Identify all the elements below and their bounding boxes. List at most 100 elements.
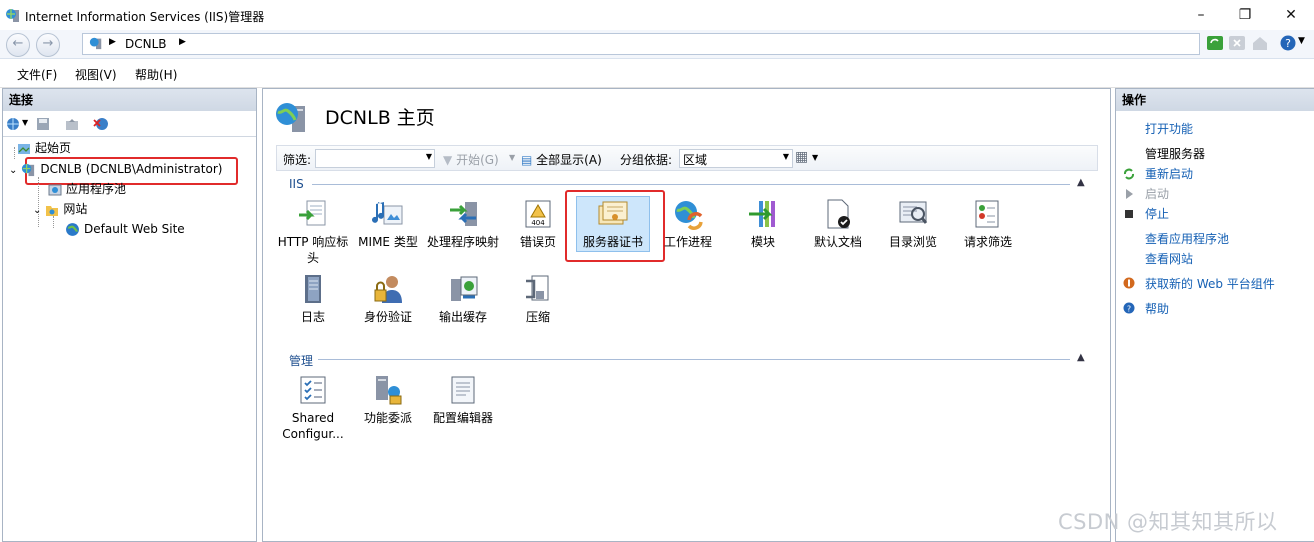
connections-toolbar: ▼ bbox=[3, 112, 256, 137]
feature-error-pages[interactable]: 404 错误页 bbox=[502, 198, 574, 250]
close-button[interactable]: ✕ bbox=[1276, 4, 1306, 26]
output-caching-icon bbox=[451, 276, 478, 301]
feature-default-document[interactable]: 默认文档 bbox=[802, 198, 874, 250]
worker-processes-icon bbox=[675, 201, 703, 230]
feature-configuration-editor[interactable]: 配置编辑器 bbox=[427, 374, 499, 426]
feature-logging[interactable]: 日志 bbox=[277, 273, 349, 325]
feature-modules[interactable]: 模块 bbox=[727, 198, 799, 250]
feature-directory-browsing[interactable]: 目录浏览 bbox=[877, 198, 949, 250]
tree-item-sites[interactable]: ⌄ 网站 bbox=[33, 200, 87, 218]
feature-handler-mappings[interactable]: 处理程序映射 bbox=[427, 198, 499, 250]
action-stop[interactable]: 停止 bbox=[1145, 205, 1169, 223]
shared-configuration-icon bbox=[300, 376, 326, 404]
home-icon[interactable] bbox=[1251, 34, 1269, 52]
feature-label: 模块 bbox=[750, 235, 775, 249]
feature-label: 处理程序映射 bbox=[427, 235, 500, 249]
iis-app-icon bbox=[6, 9, 19, 22]
show-all-button[interactable]: ▤ 全部显示(A) bbox=[521, 151, 602, 168]
action-start[interactable]: 启动 bbox=[1145, 185, 1169, 203]
feature-label: 默认文档 bbox=[813, 235, 862, 249]
mime-types-icon bbox=[372, 202, 403, 225]
forward-button[interactable]: → bbox=[36, 33, 60, 57]
configuration-editor-icon bbox=[451, 376, 475, 404]
chevron-right-icon: ▶ bbox=[109, 37, 116, 47]
feature-delegation[interactable]: 功能委派 bbox=[352, 374, 424, 426]
filter-toolbar: 筛选: ▼ ▼ 开始(G) ▼ ▤ 全部显示(A) 分组依据: 区域 ▼ ▦ ▼ bbox=[276, 145, 1098, 171]
feature-http-headers[interactable]: HTTP 响应标头 bbox=[277, 198, 349, 266]
chevron-down-icon[interactable]: ▼ bbox=[1298, 36, 1305, 46]
chevron-down-icon[interactable]: ▼ bbox=[509, 153, 515, 162]
save-icon[interactable] bbox=[36, 117, 50, 131]
funnel-icon: ▼ bbox=[443, 153, 453, 167]
navigation-bar: ← → ▶ DCNLB ▶ ? ▼ bbox=[0, 30, 1314, 59]
tree-item-start-page[interactable]: 起始页 bbox=[17, 139, 71, 157]
refresh-icon[interactable] bbox=[1206, 34, 1224, 52]
chevron-down-icon[interactable]: ▼ bbox=[426, 152, 432, 161]
feature-shared-configuration[interactable]: Shared Configur... bbox=[277, 374, 349, 442]
chevron-down-icon[interactable]: ⌄ bbox=[9, 165, 17, 176]
server-icon bbox=[22, 163, 35, 177]
show-all-label: 全部显示(A) bbox=[536, 153, 602, 167]
action-view-app-pools[interactable]: 查看应用程序池 bbox=[1145, 230, 1229, 248]
filter-input[interactable]: ▼ bbox=[315, 149, 435, 168]
tree-line bbox=[14, 147, 16, 159]
help-icon[interactable]: ? bbox=[1279, 34, 1297, 52]
action-help[interactable]: 帮助 bbox=[1145, 300, 1169, 318]
menu-help[interactable]: 帮助(H) bbox=[135, 66, 177, 83]
feature-mime-types[interactable]: MIME 类型 bbox=[352, 198, 424, 250]
stop-icon[interactable] bbox=[1228, 34, 1246, 52]
collapse-icon[interactable]: ▲ bbox=[1077, 177, 1085, 188]
show-all-icon: ▤ bbox=[521, 153, 533, 167]
tree-item-server[interactable]: ⌄ DCNLB (DCNLB\Administrator) bbox=[9, 160, 222, 178]
action-get-web-platform[interactable]: 获取新的 Web 平台组件 bbox=[1145, 275, 1275, 293]
address-bar[interactable]: ▶ DCNLB ▶ bbox=[82, 33, 1200, 55]
tree-item-label: 应用程序池 bbox=[66, 182, 127, 196]
up-folder-icon[interactable] bbox=[65, 117, 79, 131]
connect-globe-icon[interactable] bbox=[6, 117, 20, 131]
menu-view[interactable]: 视图(V) bbox=[75, 66, 117, 83]
action-group-manage-server: 管理服务器 bbox=[1145, 147, 1206, 161]
start-filter-button[interactable]: ▼ 开始(G) bbox=[443, 151, 499, 168]
chevron-down-icon[interactable]: ▼ bbox=[22, 118, 28, 127]
action-restart[interactable]: 重新启动 bbox=[1145, 165, 1193, 183]
group-by-select[interactable]: 区域 ▼ bbox=[679, 149, 793, 168]
tree-item-default-web-site[interactable]: Default Web Site bbox=[65, 220, 185, 238]
logging-icon bbox=[305, 275, 321, 303]
disconnect-icon[interactable] bbox=[93, 117, 109, 131]
authentication-icon bbox=[374, 276, 402, 303]
chevron-down-icon[interactable]: ▼ bbox=[812, 153, 818, 162]
feature-server-certificates[interactable]: 服务器证书 bbox=[577, 198, 649, 250]
feature-label: 压缩 bbox=[525, 310, 550, 324]
section-iis[interactable]: IIS bbox=[289, 177, 304, 191]
maximize-button[interactable]: ❐ bbox=[1230, 4, 1260, 26]
breadcrumb-item[interactable]: DCNLB bbox=[125, 37, 167, 51]
collapse-icon[interactable]: ▲ bbox=[1077, 352, 1085, 363]
compression-icon bbox=[526, 275, 549, 301]
section-management[interactable]: 管理 bbox=[289, 352, 313, 369]
minimize-button[interactable]: – bbox=[1186, 4, 1216, 26]
default-document-icon bbox=[827, 199, 850, 229]
feature-compression[interactable]: 压缩 bbox=[502, 273, 574, 325]
back-button[interactable]: ← bbox=[6, 33, 30, 57]
app-pool-icon bbox=[48, 184, 62, 195]
window-title: Internet Information Services (IIS)管理器 bbox=[25, 10, 265, 24]
menu-file[interactable]: 文件(F) bbox=[17, 66, 57, 83]
watermark: CSDN @知其知其所以 bbox=[1058, 510, 1278, 534]
chevron-right-icon[interactable]: ▶ bbox=[179, 37, 186, 47]
feature-output-caching[interactable]: 输出缓存 bbox=[427, 273, 499, 325]
feature-label: HTTP 响应标头 bbox=[277, 235, 349, 265]
feature-label: 功能委派 bbox=[363, 411, 412, 425]
view-mode-icon[interactable]: ▦ bbox=[795, 149, 808, 165]
chevron-down-icon[interactable]: ▼ bbox=[783, 152, 789, 161]
tree-line bbox=[38, 177, 40, 227]
action-open-feature[interactable]: 打开功能 bbox=[1145, 120, 1193, 138]
feature-request-filtering[interactable]: 请求筛选 bbox=[952, 198, 1024, 250]
feature-label: 请求筛选 bbox=[963, 235, 1012, 249]
help-icon: ? bbox=[1123, 302, 1135, 314]
feature-label: 服务器证书 bbox=[582, 235, 643, 249]
feature-authentication[interactable]: 身份验证 bbox=[352, 273, 424, 325]
globe-icon bbox=[66, 223, 79, 236]
feature-worker-processes[interactable]: 工作进程 bbox=[652, 198, 724, 250]
tree-item-app-pools[interactable]: 应用程序池 bbox=[48, 180, 126, 198]
action-view-sites[interactable]: 查看网站 bbox=[1145, 250, 1193, 268]
